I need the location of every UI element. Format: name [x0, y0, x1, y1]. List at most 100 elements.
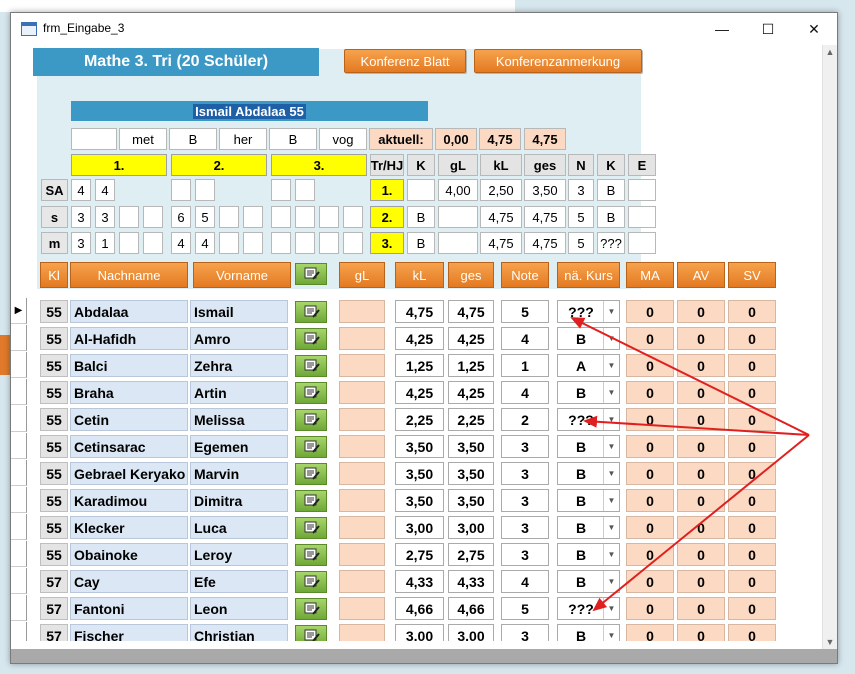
edit-row-button[interactable] — [295, 301, 327, 323]
record-selector[interactable]: ▶ — [11, 298, 27, 324]
table-row[interactable]: 57 Fantoni Leon 4,66 4,66 5??? ▼ 0 0 0 — [11, 595, 823, 622]
cell-gl[interactable] — [339, 516, 385, 539]
edit-row-button[interactable] — [295, 436, 327, 458]
cell-gl[interactable] — [339, 462, 385, 485]
cell-note[interactable]: 1 — [501, 354, 549, 377]
cell-ma[interactable]: 0 — [626, 381, 674, 404]
cell-vorname[interactable]: Artin — [190, 381, 288, 404]
kurs-select[interactable]: ??? ▼ — [557, 597, 620, 620]
cell-gl[interactable] — [339, 327, 385, 350]
cell-ges[interactable]: 4,75 — [448, 300, 494, 323]
chevron-down-icon[interactable]: ▼ — [603, 382, 619, 403]
s-value[interactable] — [219, 206, 239, 228]
cell-nachname[interactable]: Cetin — [70, 408, 188, 431]
cell-nachname[interactable]: Fischer — [70, 624, 188, 641]
col-header-kurs[interactable]: nä. Kurs — [557, 262, 620, 288]
cell-gl[interactable] — [339, 570, 385, 593]
cell-kl2[interactable]: 1,25 — [395, 354, 444, 377]
cell-nachname[interactable]: Klecker — [70, 516, 188, 539]
col-header-ges[interactable]: ges — [448, 262, 494, 288]
cell-sv[interactable]: 0 — [728, 327, 776, 350]
cell-vorname[interactable]: Ismail — [190, 300, 288, 323]
s-value[interactable]: 5 — [195, 206, 215, 228]
cell-av[interactable]: 0 — [677, 489, 725, 512]
chevron-down-icon[interactable]: ▼ — [603, 598, 619, 619]
record-selector[interactable] — [11, 352, 27, 378]
record-selector[interactable] — [11, 622, 27, 641]
cell-kl2[interactable]: 3,50 — [395, 462, 444, 485]
sa-value[interactable]: 4 — [71, 179, 91, 201]
cell-kl[interactable]: 57 — [40, 570, 68, 593]
table-row[interactable]: 55 Balci Zehra 1,25 1,25 1 A ▼ 0 0 0 — [11, 352, 823, 379]
m-value[interactable]: 3 — [71, 232, 91, 254]
cell-vorname[interactable]: Leroy — [190, 543, 288, 566]
cell-nachname[interactable]: Obainoke — [70, 543, 188, 566]
cell-sv[interactable]: 0 — [728, 570, 776, 593]
cell-av[interactable]: 0 — [677, 570, 725, 593]
cell-ma[interactable]: 0 — [626, 435, 674, 458]
cell-nachname[interactable]: Fantoni — [70, 597, 188, 620]
cell-kl2[interactable]: 4,33 — [395, 570, 444, 593]
konferenzanmerkung-button[interactable]: Konferenzanmerkung — [474, 49, 642, 73]
table-row[interactable]: 55 Karadimou Dimitra 3,50 3,50 3 B ▼ 0 0 0 — [11, 487, 823, 514]
cell-kl[interactable]: 57 — [40, 597, 68, 620]
vertical-scrollbar[interactable]: ▲ ▼ — [822, 45, 837, 649]
s-value[interactable] — [319, 206, 339, 228]
summary-field[interactable]: B — [169, 128, 217, 150]
cell-av[interactable]: 0 — [677, 381, 725, 404]
cell-ma[interactable]: 0 — [626, 327, 674, 350]
cell-gl[interactable] — [339, 354, 385, 377]
kurs-select[interactable]: B ▼ — [557, 435, 620, 458]
col-header-vorname[interactable]: Vorname — [193, 262, 291, 288]
cell-note[interactable]: 5 — [501, 300, 549, 323]
cell-vorname[interactable]: Zehra — [190, 354, 288, 377]
table-row[interactable]: 57 Fischer Christian 3,00 3,00 3 B ▼ 0 0 0 — [11, 622, 823, 641]
cell-note[interactable]: 4 — [501, 570, 549, 593]
cell-gl[interactable] — [339, 408, 385, 431]
cell-note[interactable]: 5 — [501, 597, 549, 620]
cell-ges[interactable]: 3,00 — [448, 516, 494, 539]
summary-field[interactable]: B — [269, 128, 317, 150]
edit-row-button[interactable] — [295, 490, 327, 512]
cell-ma[interactable]: 0 — [626, 300, 674, 323]
kurs-select[interactable]: B ▼ — [557, 543, 620, 566]
cell-ges[interactable]: 2,75 — [448, 543, 494, 566]
cell-gl[interactable] — [339, 597, 385, 620]
cell-kl[interactable]: 55 — [40, 381, 68, 404]
col-header-sv[interactable]: SV — [728, 262, 776, 288]
cell-av[interactable]: 0 — [677, 597, 725, 620]
sa-value[interactable]: 4 — [95, 179, 115, 201]
edit-row-button[interactable] — [295, 571, 327, 593]
col-header-av[interactable]: AV — [677, 262, 725, 288]
record-selector[interactable] — [11, 568, 27, 594]
cell-ma[interactable]: 0 — [626, 489, 674, 512]
cell-note[interactable]: 2 — [501, 408, 549, 431]
cell-note[interactable]: 3 — [501, 516, 549, 539]
col-header-ma[interactable]: MA — [626, 262, 674, 288]
cell-kl[interactable]: 55 — [40, 300, 68, 323]
cell-sv[interactable]: 0 — [728, 462, 776, 485]
cell-ges[interactable]: 2,25 — [448, 408, 494, 431]
cell-av[interactable]: 0 — [677, 516, 725, 539]
cell-gl[interactable] — [339, 624, 385, 641]
cell-ma[interactable]: 0 — [626, 462, 674, 485]
cell-note[interactable]: 3 — [501, 543, 549, 566]
edit-row-button[interactable] — [295, 328, 327, 350]
cell-kl[interactable]: 57 — [40, 624, 68, 641]
record-selector[interactable] — [11, 406, 27, 432]
cell-gl[interactable] — [339, 435, 385, 458]
edit-row-button[interactable] — [295, 517, 327, 539]
cell-ges[interactable]: 1,25 — [448, 354, 494, 377]
record-selector[interactable] — [11, 379, 27, 405]
cell-sv[interactable]: 0 — [728, 354, 776, 377]
cell-ges[interactable]: 4,33 — [448, 570, 494, 593]
cell-kl[interactable]: 55 — [40, 543, 68, 566]
m-value[interactable] — [243, 232, 263, 254]
cell-kl[interactable]: 55 — [40, 489, 68, 512]
cell-ges[interactable]: 3,50 — [448, 435, 494, 458]
m-value[interactable] — [271, 232, 291, 254]
s-value[interactable]: 3 — [71, 206, 91, 228]
m-value[interactable] — [219, 232, 239, 254]
cell-sv[interactable]: 0 — [728, 489, 776, 512]
cell-kl2[interactable]: 4,66 — [395, 597, 444, 620]
